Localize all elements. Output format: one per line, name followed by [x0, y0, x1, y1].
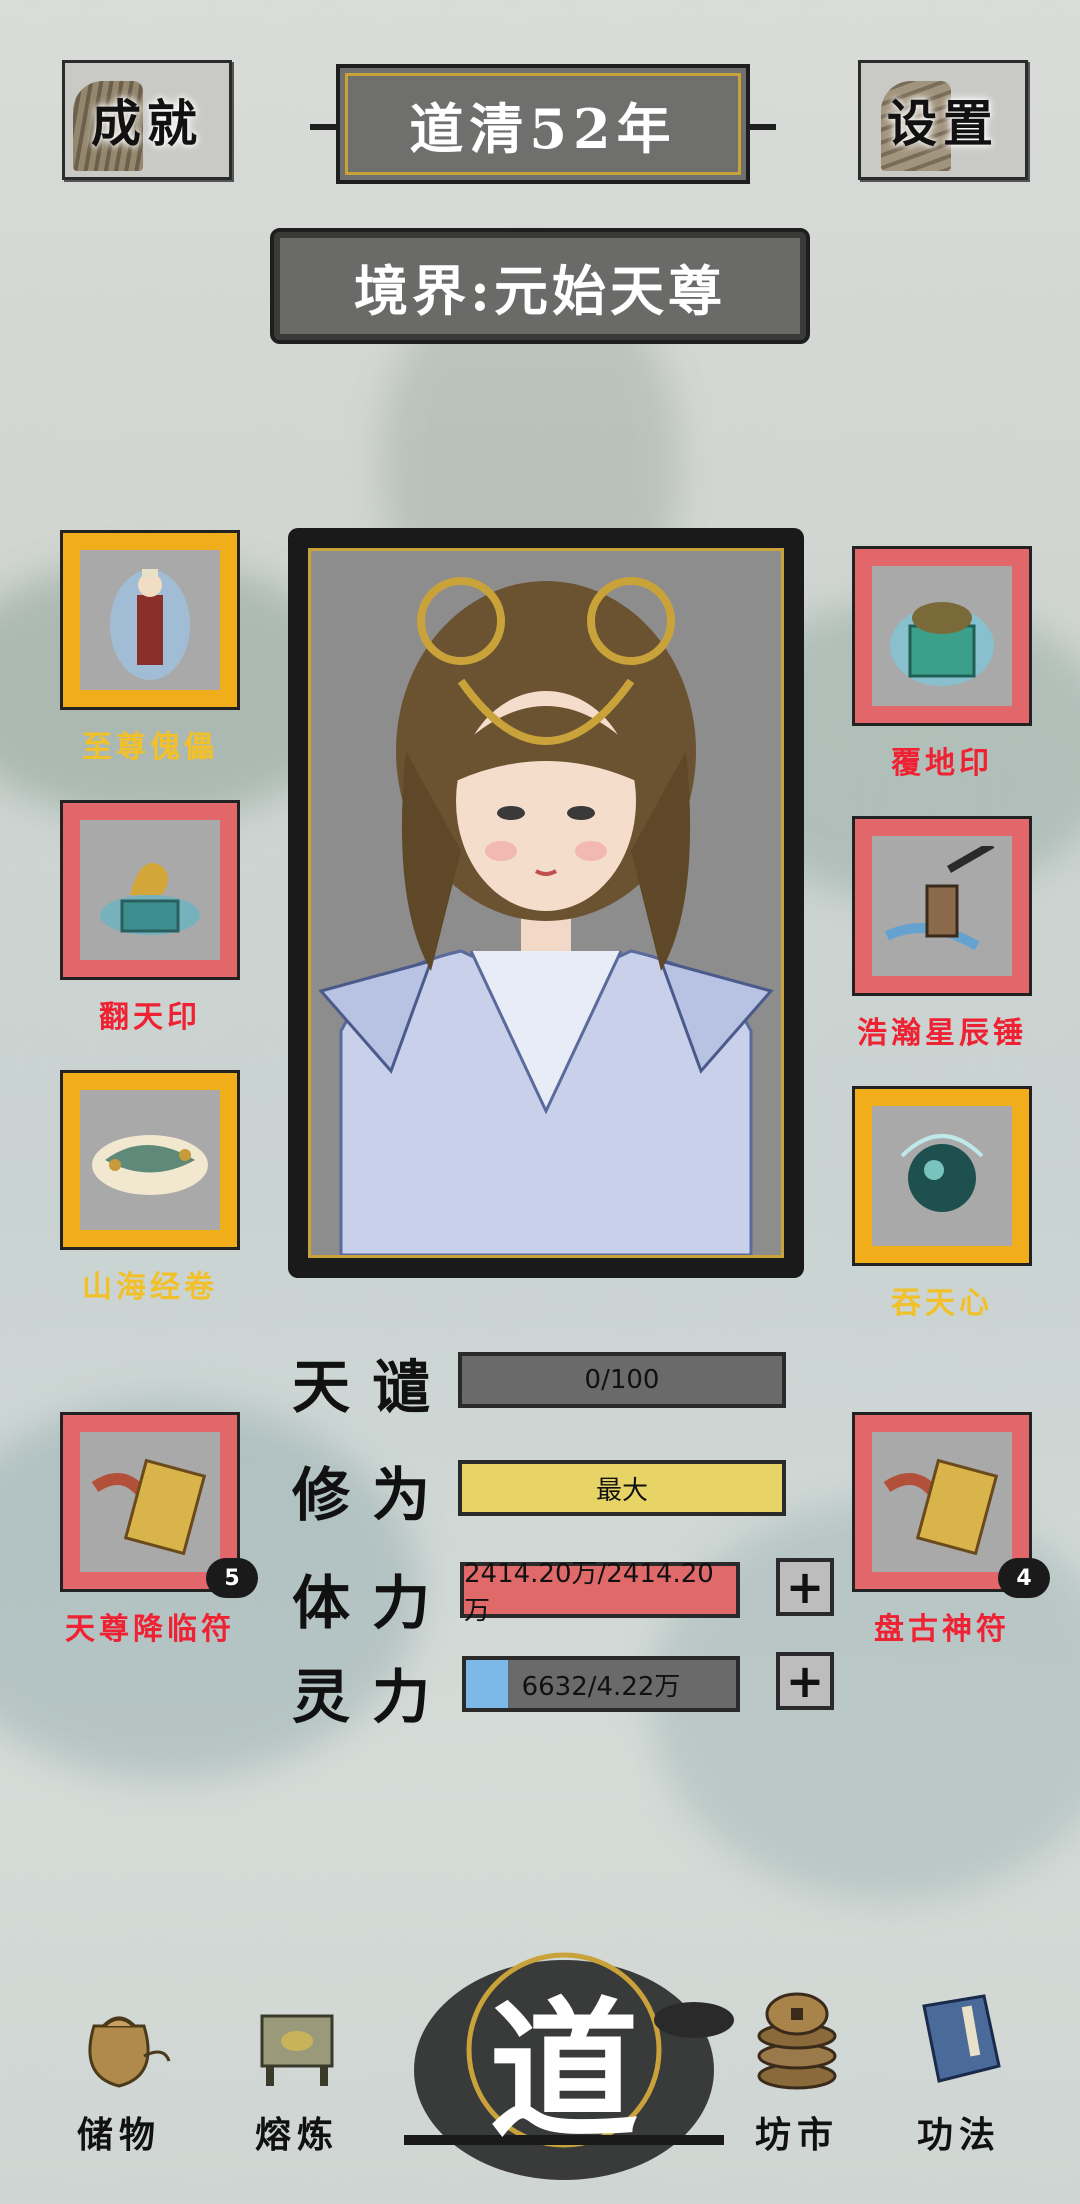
achievements-label: 成就	[91, 94, 203, 153]
cultivation-value: 最大	[595, 1475, 648, 1506]
year-label: 道清52年	[409, 96, 677, 161]
equip-slot-left-3[interactable]: 山海经卷	[60, 1070, 240, 1305]
equip-slot-left-1[interactable]: 至尊傀儡	[60, 530, 240, 765]
equip-name-left-2: 翻天印	[99, 1000, 201, 1035]
nav-storage[interactable]: 储物	[44, 1986, 194, 2158]
nav-dao[interactable]: 道	[384, 1920, 744, 2180]
tribulation-bar: 0/100	[458, 1352, 786, 1408]
orb-icon	[872, 1106, 1012, 1246]
equip-name-left-3: 山海经卷	[82, 1270, 218, 1305]
book-icon	[922, 1994, 1001, 2083]
nav-skills-label: 功法	[916, 2114, 1001, 2156]
equip-name-right-3: 吞天心	[891, 1286, 993, 1321]
nav-market-label: 坊市	[754, 2114, 839, 2156]
equip-name-left-1: 至尊傀儡	[82, 730, 218, 765]
health-label: 体力	[292, 1569, 453, 1637]
hammer-icon	[872, 836, 1012, 976]
tribulation-value: 0/100	[584, 1365, 660, 1395]
nav-refine[interactable]: 熔炼	[222, 1986, 372, 2158]
nav-skills[interactable]: 功法	[884, 1986, 1034, 2158]
health-value: 2414.20万/2414.20万	[464, 1559, 714, 1626]
equip-name-right-1: 覆地印	[891, 746, 993, 781]
equip-slot-right-3[interactable]: 吞天心	[852, 1086, 1032, 1321]
spirit-bar: 6632/4.22万	[462, 1656, 740, 1712]
add-spirit-button[interactable]: +	[776, 1652, 834, 1710]
turtle-seal-icon	[872, 566, 1012, 706]
cauldron-icon	[260, 2014, 334, 2086]
spirit-label: 灵力	[292, 1663, 453, 1731]
talisman-right-name: 盘古神符	[874, 1612, 1010, 1647]
spirit-value: 6632/4.22万	[521, 1671, 681, 1702]
tribulation-label: 天谴	[292, 1353, 453, 1421]
pouch-icon	[88, 2016, 171, 2088]
realm-banner: 境界:元始天尊	[270, 228, 810, 344]
dragon-seal-icon	[80, 820, 220, 960]
talisman-left-name: 天尊降临符	[65, 1612, 235, 1647]
equip-slot-left-2[interactable]: 翻天印	[60, 800, 240, 1035]
talisman-right-count: 4	[998, 1558, 1050, 1598]
scroll-cloud-icon	[80, 1090, 220, 1230]
cultivation-bar: 最大	[458, 1460, 786, 1516]
puppet-icon	[80, 550, 220, 690]
health-bar: 2414.20万/2414.20万	[460, 1559, 740, 1626]
cultivation-label: 修为	[292, 1461, 453, 1529]
dao-label: 道	[488, 1983, 639, 2159]
equip-name-right-2: 浩瀚星辰锤	[857, 1016, 1027, 1051]
talisman-left-count: 5	[206, 1558, 258, 1598]
coins-icon	[757, 1992, 837, 2090]
talisman-icon	[80, 1432, 220, 1572]
realm-label: 境界:元始天尊	[354, 258, 726, 323]
character-portrait	[288, 528, 804, 1278]
settings-label: 设置	[887, 94, 999, 153]
talisman-slot-right[interactable]: 4 盘古神符	[852, 1412, 1050, 1647]
equip-slot-right-2[interactable]: 浩瀚星辰锤	[852, 816, 1032, 1051]
nav-storage-label: 储物	[76, 2114, 161, 2156]
talisman-icon	[872, 1432, 1012, 1572]
nav-refine-label: 熔炼	[254, 2114, 339, 2156]
nav-market[interactable]: 坊市	[722, 1986, 872, 2158]
achievements-button[interactable]: 成就	[62, 60, 232, 180]
character-figure	[311, 551, 781, 1255]
talisman-slot-left[interactable]: 5 天尊降临符	[60, 1412, 258, 1647]
settings-button[interactable]: 设置	[858, 60, 1028, 180]
equip-slot-right-1[interactable]: 覆地印	[852, 546, 1032, 781]
year-banner: 道清52年	[310, 64, 776, 184]
